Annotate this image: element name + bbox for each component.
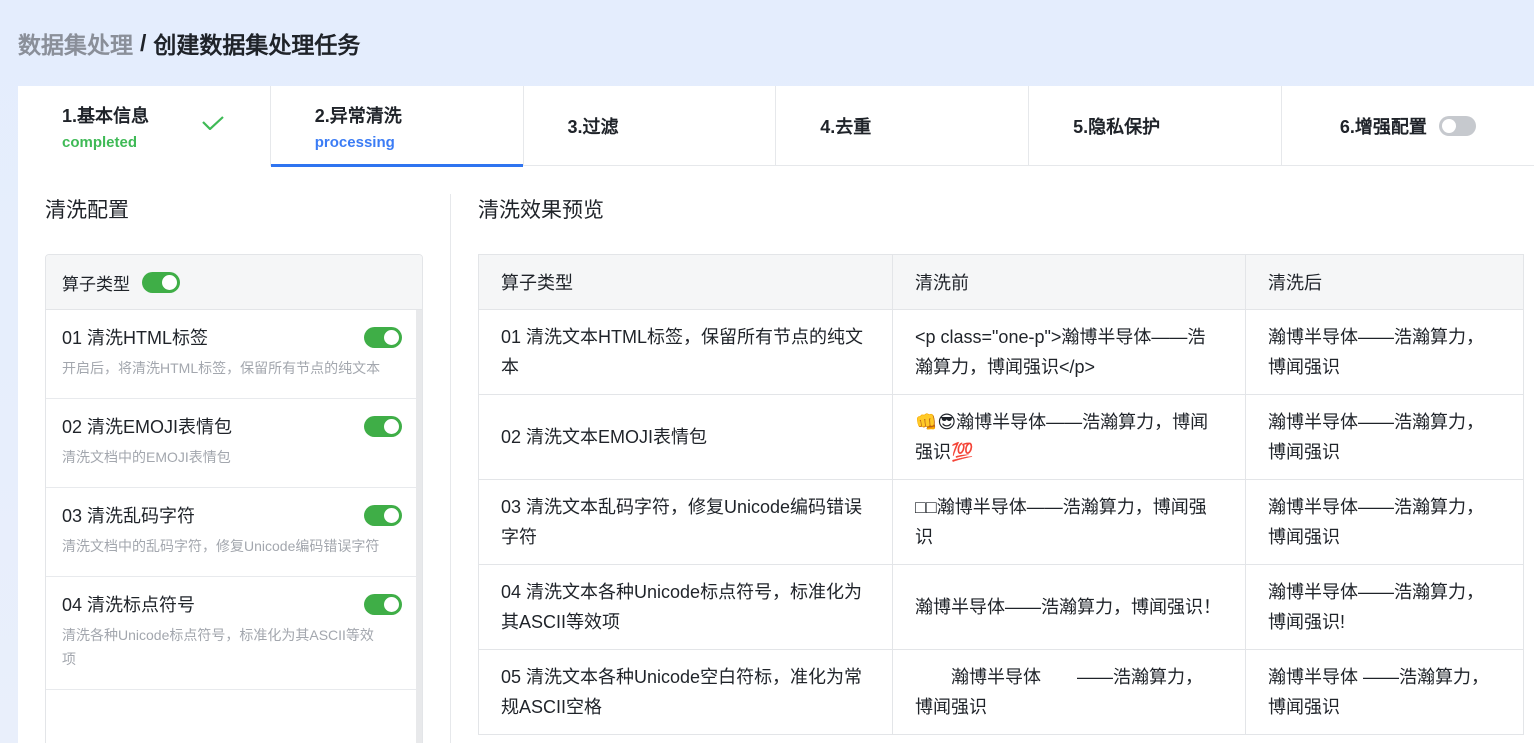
operator-toggle[interactable]	[364, 594, 402, 615]
breadcrumb: 数据集处理 / 创建数据集处理任务	[18, 26, 360, 60]
operator-name: 04 清洗标点符号	[62, 595, 196, 615]
operator-desc: 清洗各种Unicode标点符号，标准化为其ASCII等效项	[62, 627, 374, 667]
operator-toggle[interactable]	[364, 505, 402, 526]
step-status: processing	[314, 133, 395, 151]
cell-type: 02 清洗文本EMOJI表情包	[478, 394, 893, 480]
step-anomaly-cleaning[interactable]: 2.异常清洗 processing	[270, 86, 524, 167]
enhance-toggle[interactable]	[1438, 116, 1476, 136]
cell-before: 瀚博半导体——浩瀚算力，博闻强识！	[892, 564, 1246, 650]
step-title: 3.过滤	[567, 117, 619, 137]
step-dedup[interactable]: 4.去重	[776, 86, 1030, 166]
table-row: 01 清洗文本HTML标签，保留所有节点的纯文本 <p class="one-p…	[478, 309, 1524, 395]
divider	[450, 194, 451, 743]
cell-type: 05 清洗文本各种Unicode空白符标，准化为常规ASCII空格	[478, 649, 893, 735]
step-status: completed	[62, 133, 138, 151]
table-row: 02 清洗文本EMOJI表情包 👊😎瀚博半导体——浩瀚算力，博闻强识💯 瀚博半导…	[478, 394, 1524, 480]
operator-type-toggle[interactable]	[142, 271, 180, 293]
operator-toggle[interactable]	[364, 416, 402, 437]
cleaning-config: 清洗配置 算子类型 01 清洗HTML标签 开启后，将清洗HTML标签，保留所有…	[45, 196, 423, 743]
operator-name: 02 清洗EMOJI表情包	[62, 417, 233, 437]
operator-list-header: 算子类型	[46, 255, 422, 310]
cell-after: 瀚博半导体——浩瀚算力，博闻强识	[1245, 394, 1524, 480]
step-title: 2.异常清洗	[314, 105, 402, 126]
operator-desc: 清洗文档中的乱码字符，修复Unicode编码错误字符	[62, 538, 380, 554]
section-title: 清洗配置	[45, 199, 129, 222]
operator-item: 04 清洗标点符号 清洗各种Unicode标点符号，标准化为其ASCII等效项	[46, 577, 418, 690]
step-title: 4.去重	[820, 117, 872, 137]
step-filter[interactable]: 3.过滤	[524, 86, 777, 166]
scrollbar[interactable]	[416, 310, 422, 743]
cell-before: 瀚博半导体 ——浩瀚算力， 博闻强识	[892, 649, 1246, 735]
main-panel: 1.基本信息 completed 2.异常清洗 processing 3.过滤 …	[18, 86, 1534, 743]
cell-type: 04 清洗文本各种Unicode标点符号，标准化为其ASCII等效项	[478, 564, 893, 650]
cell-type: 03 清洗文本乱码字符，修复Unicode编码错误字符	[478, 479, 893, 565]
step-title: 6.增强配置	[1339, 117, 1427, 137]
step-basic-info-titles: 1.基本信息 completed	[62, 102, 149, 151]
column-header: 清洗前	[892, 254, 1246, 310]
operator-name: 01 清洗HTML标签	[62, 328, 209, 348]
column-header: 算子类型	[478, 254, 893, 310]
table-row: 05 清洗文本各种Unicode空白符标，准化为常规ASCII空格 瀚博半导体 …	[478, 649, 1524, 735]
cell-after: 瀚博半导体——浩瀚算力，博闻强识	[1245, 479, 1524, 565]
cell-after: 瀚博半导体 ——浩瀚算力， 博闻强识	[1245, 649, 1524, 735]
step-enhance-config[interactable]: 6.增强配置	[1282, 86, 1534, 166]
table-row: 04 清洗文本各种Unicode标点符号，标准化为其ASCII等效项 瀚博半导体…	[478, 564, 1524, 650]
step-anomaly-cleaning-titles: 2.异常清洗 processing	[315, 102, 402, 151]
cell-type: 01 清洗文本HTML标签，保留所有节点的纯文本	[478, 309, 893, 395]
section-title: 清洗效果预览	[478, 199, 604, 222]
preview-table: 算子类型 清洗前 清洗后 01 清洗文本HTML标签，保留所有节点的纯文本 <p…	[478, 254, 1524, 735]
check-icon	[202, 116, 224, 130]
operator-toggle[interactable]	[364, 327, 402, 348]
step-basic-info[interactable]: 1.基本信息 completed	[18, 86, 271, 166]
cell-after: 瀚博半导体——浩瀚算力，博闻强识!	[1245, 564, 1524, 650]
breadcrumb-separator: /	[140, 29, 147, 56]
table-header-row: 算子类型 清洗前 清洗后	[478, 254, 1524, 310]
page-title: 创建数据集处理任务	[153, 32, 361, 58]
step-privacy[interactable]: 5.隐私保护	[1029, 86, 1282, 166]
operator-desc: 清洗文档中的EMOJI表情包	[62, 449, 231, 465]
cell-before: 👊😎瀚博半导体——浩瀚算力，博闻强识💯	[892, 394, 1246, 480]
operator-type-label: 算子类型	[62, 274, 130, 294]
step-tabs: 1.基本信息 completed 2.异常清洗 processing 3.过滤 …	[18, 86, 1534, 167]
cell-before: □□瀚博半导体——浩瀚算力，博闻强识	[892, 479, 1246, 565]
operator-desc: 开启后，将清洗HTML标签，保留所有节点的纯文本	[62, 360, 381, 376]
operator-name: 03 清洗乱码字符	[62, 506, 196, 526]
step-title: 1.基本信息	[62, 105, 150, 126]
cleaning-preview: 清洗效果预览 算子类型 清洗前 清洗后 01 清洗文本HTML标签，保留所有节点…	[478, 196, 1524, 735]
step-enhance-wrap: 6.增强配置	[1340, 113, 1476, 139]
step-title: 5.隐私保护	[1073, 117, 1161, 137]
column-header: 清洗后	[1245, 254, 1524, 310]
operator-item: 03 清洗乱码字符 清洗文档中的乱码字符，修复Unicode编码错误字符	[46, 488, 418, 577]
operator-item: 02 清洗EMOJI表情包 清洗文档中的EMOJI表情包	[46, 399, 418, 488]
cell-before: <p class="one-p">瀚博半导体——浩瀚算力，博闻强识</p>	[892, 309, 1246, 395]
table-row: 03 清洗文本乱码字符，修复Unicode编码错误字符 □□瀚博半导体——浩瀚算…	[478, 479, 1524, 565]
operator-list: 算子类型 01 清洗HTML标签 开启后，将清洗HTML标签，保留所有节点的纯文…	[45, 254, 423, 743]
cell-after: 瀚博半导体——浩瀚算力，博闻强识	[1245, 309, 1524, 395]
breadcrumb-parent-link[interactable]: 数据集处理	[18, 26, 133, 60]
operator-item: 01 清洗HTML标签 开启后，将清洗HTML标签，保留所有节点的纯文本	[46, 310, 418, 399]
